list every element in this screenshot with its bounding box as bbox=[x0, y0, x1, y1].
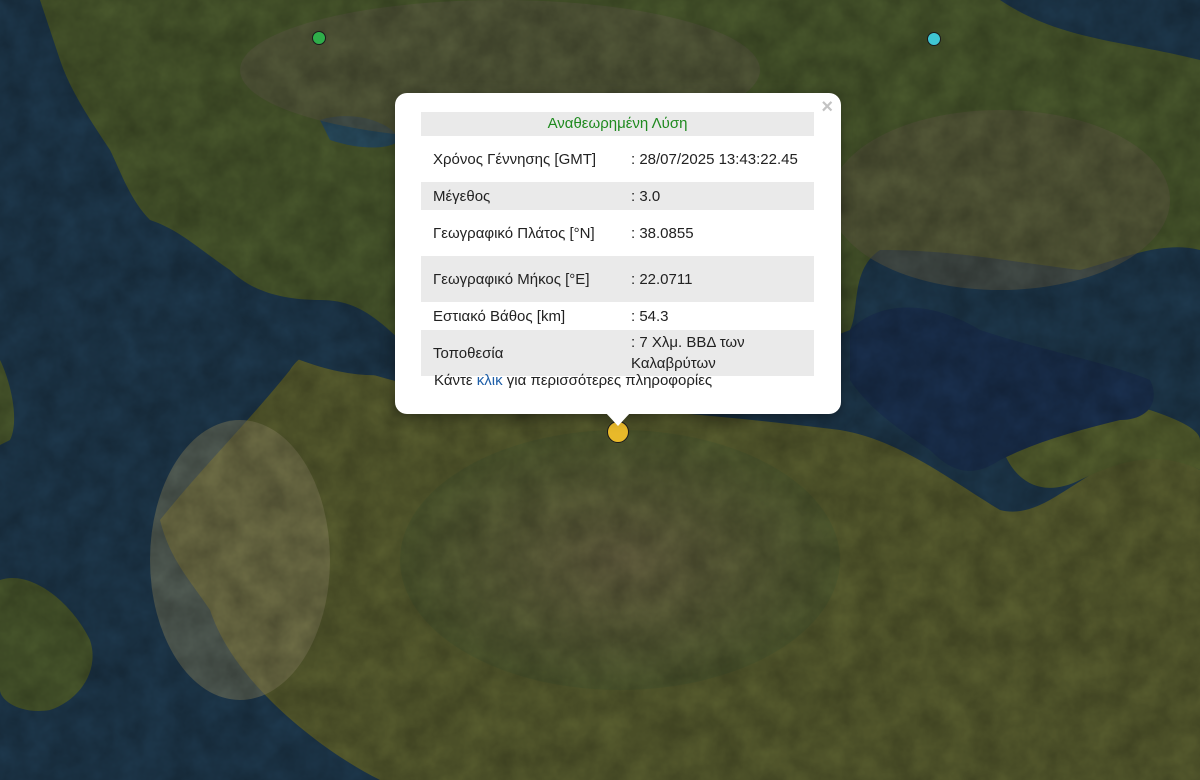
row-label: Τοποθεσία bbox=[421, 330, 620, 376]
earthquake-marker-green[interactable] bbox=[312, 31, 326, 45]
more-info-link[interactable]: κλικ bbox=[477, 372, 503, 389]
table-row: Γεωγραφικό Πλάτος [°N] : 38.0855 bbox=[421, 210, 814, 256]
row-value: : 7 Χλμ. ΒΒΔ των Καλαβρύτων bbox=[620, 330, 814, 376]
close-icon[interactable]: × bbox=[821, 97, 833, 117]
table-row: Χρόνος Γέννησης [GMT] : 28/07/2025 13:43… bbox=[421, 136, 814, 182]
more-info-line: Κάντε κλικ για περισσότερες πληροφορίες bbox=[434, 372, 712, 389]
row-value: : 28/07/2025 13:43:22.45 bbox=[631, 150, 798, 168]
row-value: : 38.0855 bbox=[631, 224, 694, 242]
popup-tip bbox=[605, 412, 631, 426]
earthquake-details-table: Χρόνος Γέννησης [GMT] : 28/07/2025 13:43… bbox=[421, 136, 814, 376]
row-value: : 54.3 bbox=[631, 307, 669, 325]
row-label: Μέγεθος bbox=[421, 182, 620, 210]
more-prefix: Κάντε bbox=[434, 372, 473, 389]
table-row: Γεωγραφικό Μήκος [°E] : 22.0711 bbox=[421, 256, 814, 302]
row-label: Εστιακό Βάθος [km] bbox=[433, 307, 566, 325]
row-value: : 22.0711 bbox=[620, 256, 814, 302]
table-row: Τοποθεσία : 7 Χλμ. ΒΒΔ των Καλαβρύτων bbox=[421, 330, 814, 376]
row-label: Γεωγραφικό Πλάτος [°N] bbox=[433, 224, 595, 242]
popup-title: Αναθεωρημένη Λύση bbox=[421, 112, 814, 136]
more-suffix: για περισσότερες πληροφορίες bbox=[506, 372, 713, 389]
earthquake-info-popup: × Αναθεωρημένη Λύση Χρόνος Γέννησης [GMT… bbox=[395, 93, 841, 426]
row-label: Γεωγραφικό Μήκος [°E] bbox=[421, 256, 620, 302]
table-row: Εστιακό Βάθος [km] : 54.3 bbox=[421, 302, 814, 330]
table-row: Μέγεθος : 3.0 bbox=[421, 182, 814, 210]
earthquake-marker-cyan[interactable] bbox=[927, 32, 941, 46]
row-value: : 3.0 bbox=[620, 182, 814, 210]
row-label: Χρόνος Γέννησης [GMT] bbox=[433, 150, 597, 168]
